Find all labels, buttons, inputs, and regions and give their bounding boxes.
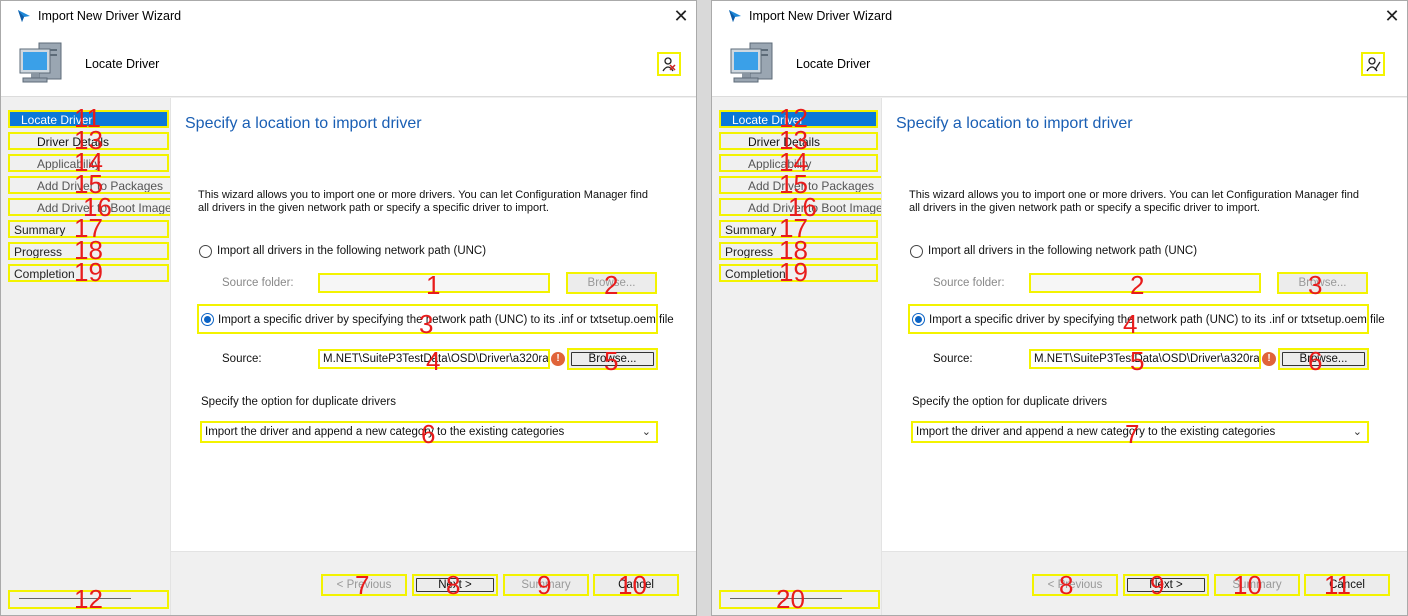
- user-help-icon: [1366, 57, 1381, 72]
- wizard-header: Locate Driver: [712, 32, 1407, 97]
- next-button[interactable]: Next >: [412, 574, 498, 596]
- radio-import-all[interactable]: Import all drivers in the following netw…: [909, 241, 1329, 263]
- cancel-button[interactable]: Cancel: [1304, 574, 1390, 596]
- nav-item-summary[interactable]: Summary: [8, 220, 169, 238]
- button-bar: < Previous Next > Summary Cancel: [171, 551, 696, 615]
- radio-import-specific-label: Import a specific driver by specifying t…: [929, 314, 1385, 326]
- chevron-down-icon: ⌄: [1352, 426, 1362, 438]
- radio-import-all[interactable]: Import all drivers in the following netw…: [198, 241, 618, 263]
- previous-button[interactable]: < Previous: [321, 574, 407, 596]
- radio-import-specific-label: Import a specific driver by specifying t…: [218, 314, 674, 326]
- page-description: This wizard allows you to import one or …: [198, 189, 649, 214]
- duplicate-option-label: Specify the option for duplicate drivers: [201, 396, 396, 408]
- source-label: Source:: [933, 353, 973, 365]
- source-folder-input[interactable]: [318, 273, 550, 293]
- source-browse-button[interactable]: Browse...: [1278, 348, 1369, 370]
- summary-button[interactable]: Summary: [503, 574, 589, 596]
- radio-import-all-label: Import all drivers in the following netw…: [217, 245, 487, 257]
- header-title: Locate Driver: [85, 57, 160, 71]
- window-title: Import New Driver Wizard: [38, 9, 182, 23]
- source-folder-input[interactable]: [1029, 273, 1261, 293]
- source-input[interactable]: M.NET\SuiteP3TestData\OSD\Driver\a320rai…: [318, 349, 550, 369]
- nav-item-applicability[interactable]: Applicability: [8, 154, 169, 172]
- duplicate-option-dropdown[interactable]: Import the driver and append a new categ…: [911, 421, 1369, 443]
- nav-item-add-driver-to-packages[interactable]: Add Driver to Packages: [8, 176, 173, 194]
- app-arrow-icon: [18, 10, 30, 22]
- radio-import-all-button[interactable]: [910, 245, 923, 258]
- wizard-content: Specify a location to import driver This…: [170, 98, 696, 615]
- radio-import-specific-button[interactable]: [201, 313, 214, 326]
- duplicate-option-label: Specify the option for duplicate drivers: [912, 396, 1107, 408]
- cancel-button[interactable]: Cancel: [593, 574, 679, 596]
- source-folder-browse-button[interactable]: Browse...: [1277, 272, 1368, 294]
- source-input[interactable]: M.NET\SuiteP3TestData\OSD\Driver\a320rai…: [1029, 349, 1261, 369]
- computer-icon: [730, 42, 773, 83]
- wizard-nav: Locate Driver Driver Details Applicabili…: [1, 98, 190, 615]
- window-title: Import New Driver Wizard: [749, 9, 893, 23]
- radio-import-specific[interactable]: Import a specific driver by specifying t…: [197, 304, 674, 334]
- error-icon: !: [1262, 352, 1276, 366]
- nav-item-applicability[interactable]: Applicability: [719, 154, 878, 172]
- page-heading: Specify a location to import driver: [185, 115, 422, 132]
- error-icon: !: [551, 352, 565, 366]
- nav-item-add-driver-to-packages[interactable]: Add Driver to Packages: [719, 176, 884, 194]
- title-bar: Import New Driver Wizard ✕: [1, 1, 696, 32]
- nav-item-completion[interactable]: Completion: [8, 264, 169, 282]
- nav-item-summary[interactable]: Summary: [719, 220, 878, 238]
- nav-item-locate-driver[interactable]: Locate Driver: [719, 110, 878, 128]
- close-button[interactable]: ✕: [1377, 1, 1407, 32]
- user-help-icon: [662, 57, 676, 72]
- nav-item-driver-details[interactable]: Driver Details: [8, 132, 169, 150]
- nav-item-add-driver-to-boot-image[interactable]: Add Driver to Boot Image: [8, 198, 190, 216]
- duplicate-option-value: Import the driver and append a new categ…: [916, 426, 1276, 438]
- computer-icon: [19, 42, 62, 83]
- source-folder-label: Source folder:: [222, 277, 294, 289]
- wizard-content: Specify a location to import driver This…: [881, 98, 1407, 615]
- source-browse-button[interactable]: Browse...: [567, 348, 658, 370]
- next-button[interactable]: Next >: [1123, 574, 1209, 596]
- nav-item-progress[interactable]: Progress: [8, 242, 169, 260]
- nav-item-completion[interactable]: Completion: [719, 264, 878, 282]
- duplicate-option-dropdown[interactable]: Import the driver and append a new categ…: [200, 421, 658, 443]
- title-bar: Import New Driver Wizard ✕: [712, 1, 1407, 32]
- radio-import-specific-button[interactable]: [912, 313, 925, 326]
- source-label: Source:: [222, 353, 262, 365]
- app-arrow-icon: [729, 10, 741, 22]
- close-button[interactable]: ✕: [666, 1, 696, 32]
- page-heading: Specify a location to import driver: [896, 115, 1133, 132]
- chevron-down-icon: ⌄: [641, 426, 651, 438]
- wizard-window-right: Import New Driver Wizard ✕ Locate Driver…: [711, 0, 1408, 616]
- wizard-nav: Locate Driver Driver Details Applicabili…: [712, 98, 894, 615]
- previous-button[interactable]: < Previous: [1032, 574, 1118, 596]
- nav-resize-handle[interactable]: [719, 590, 880, 609]
- header-title: Locate Driver: [796, 57, 871, 71]
- nav-resize-handle[interactable]: [8, 590, 169, 609]
- radio-import-specific[interactable]: Import a specific driver by specifying t…: [908, 304, 1385, 334]
- button-bar: < Previous Next > Summary Cancel: [882, 551, 1407, 615]
- radio-import-all-label: Import all drivers in the following netw…: [928, 245, 1198, 257]
- summary-button[interactable]: Summary: [1214, 574, 1300, 596]
- wizard-header: Locate Driver: [1, 32, 696, 97]
- help-button[interactable]: [1361, 52, 1385, 76]
- nav-item-locate-driver[interactable]: Locate Driver: [8, 110, 169, 128]
- page-description: This wizard allows you to import one or …: [909, 189, 1360, 214]
- help-button[interactable]: [657, 52, 681, 76]
- source-folder-label: Source folder:: [933, 277, 1005, 289]
- wizard-window-left: Import New Driver Wizard ✕ Locate Driver…: [0, 0, 697, 616]
- duplicate-option-value: Import the driver and append a new categ…: [205, 426, 565, 438]
- radio-import-all-button[interactable]: [199, 245, 212, 258]
- nav-item-add-driver-to-boot-image[interactable]: Add Driver to Boot Image: [719, 198, 894, 216]
- nav-item-driver-details[interactable]: Driver Details: [719, 132, 878, 150]
- nav-item-progress[interactable]: Progress: [719, 242, 878, 260]
- source-folder-browse-button[interactable]: Browse...: [566, 272, 657, 294]
